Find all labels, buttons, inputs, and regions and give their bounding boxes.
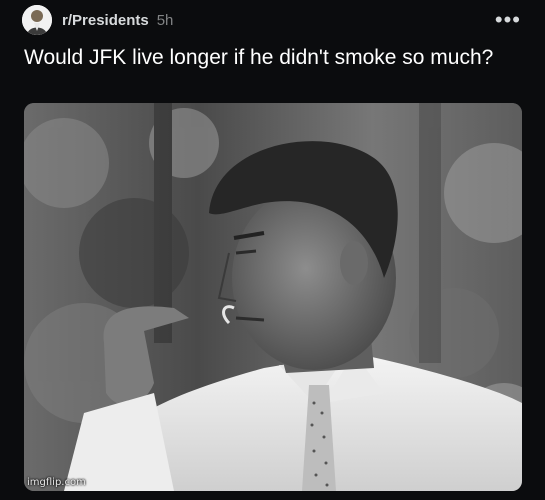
subreddit-name[interactable]: r/Presidents [62, 12, 149, 29]
watermark: imgflip.com [27, 477, 86, 488]
avatar-portrait-icon [22, 5, 52, 35]
more-options-icon[interactable]: ••• [491, 9, 525, 31]
post-title[interactable]: Would JFK live longer if he didn't smoke… [24, 44, 494, 71]
photo-image [24, 103, 522, 491]
post-image[interactable]: imgflip.com [24, 103, 522, 491]
post-header: r/Presidents 5h ••• [22, 5, 525, 35]
post-age: 5h [156, 11, 174, 29]
subreddit-avatar[interactable] [22, 5, 52, 35]
post-screenshot: r/Presidents 5h ••• Would JFK live longe… [0, 0, 545, 500]
